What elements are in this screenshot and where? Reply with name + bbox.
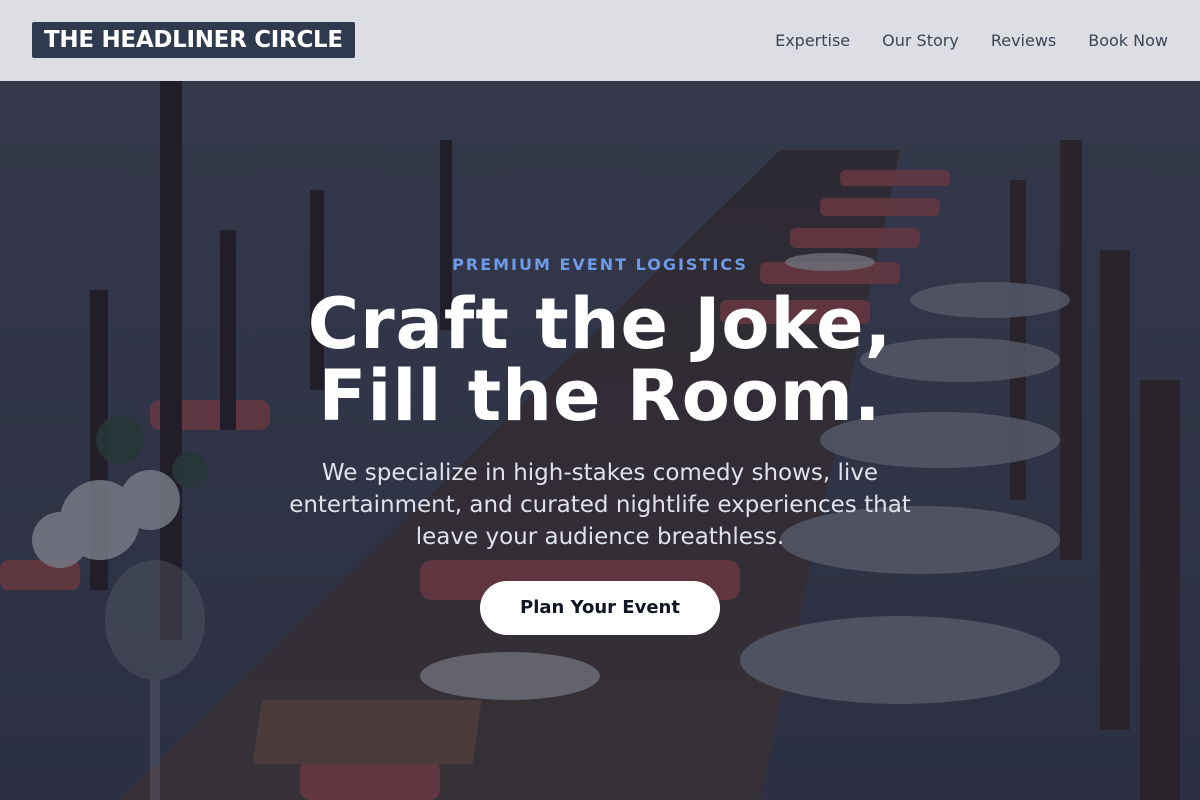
nav-link-reviews[interactable]: Reviews	[991, 31, 1056, 50]
nav-link-book-now[interactable]: Book Now	[1088, 31, 1168, 50]
site-header: THE HEADLINER CIRCLE Expertise Our Story…	[0, 0, 1200, 81]
hero-eyebrow: PREMIUM EVENT LOGISTICS	[452, 255, 748, 274]
nav-link-our-story[interactable]: Our Story	[882, 31, 959, 50]
landing-page: THE HEADLINER CIRCLE Expertise Our Story…	[0, 0, 1200, 800]
hero-headline: Craft the Joke, Fill the Room.	[100, 288, 1100, 432]
nav-link-expertise[interactable]: Expertise	[775, 31, 850, 50]
hero-headline-line-1: Craft the Joke,	[307, 283, 893, 365]
hero-headline-line-2: Fill the Room.	[318, 355, 882, 437]
hero-section: PREMIUM EVENT LOGISTICS Craft the Joke, …	[0, 240, 1200, 635]
hero-subtext: We specialize in high-stakes comedy show…	[289, 460, 911, 550]
site-logo[interactable]: THE HEADLINER CIRCLE	[32, 22, 355, 58]
plan-your-event-button[interactable]: Plan Your Event	[480, 581, 720, 635]
main-nav: Expertise Our Story Reviews Book Now	[775, 28, 1168, 52]
